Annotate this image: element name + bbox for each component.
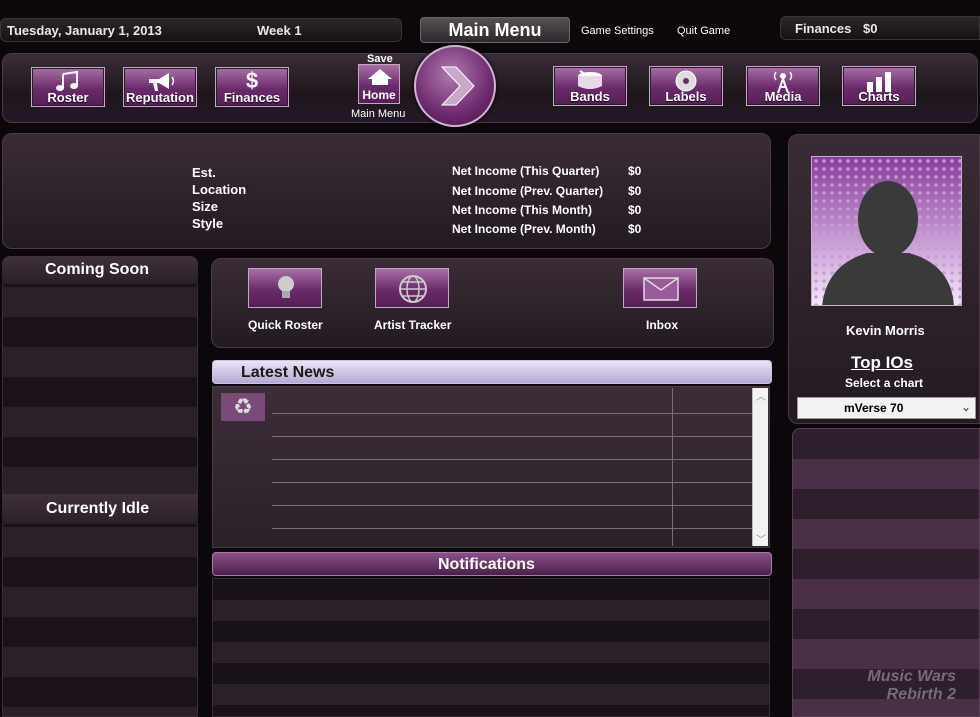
news-scrollbar[interactable]: ︿ ﹀ [752,388,768,546]
latest-news-title: Latest News [241,364,335,381]
avatar [811,156,962,306]
news-list[interactable] [212,386,770,548]
reputation-label: Reputation [126,90,194,105]
main-menu-tab[interactable]: Main Menu [420,17,570,43]
charts-button[interactable]: Charts [842,66,916,106]
globe-icon [399,275,427,303]
left-column [2,256,198,717]
currently-idle-title: Currently Idle [46,500,150,517]
next-button[interactable] [414,45,496,127]
week-label: Week 1 [257,23,302,38]
income-label: Net Income (This Quarter) [452,164,600,178]
chevron-down-icon: ⌄ [960,400,971,414]
style-label: Style [192,216,224,231]
game-settings-link[interactable]: Game Settings [581,25,654,37]
info-panel [2,133,771,249]
select-chart-label: Select a chart [845,376,924,390]
quick-roster-label: Quick Roster [248,318,323,332]
notifications-list [212,578,770,717]
income-label: Net Income (Prev. Quarter) [452,184,604,198]
reputation-button[interactable]: Reputation [123,67,197,107]
logo-text: Music Wars Rebirth 2 [867,668,956,703]
quit-game-link[interactable]: Quit Game [677,25,730,37]
main-menu-caption: Main Menu [351,108,406,120]
roster-label: Roster [47,90,89,105]
size-label: Size [192,199,219,214]
current-date: Tuesday, January 1, 2013 [7,23,162,38]
chart-select[interactable]: mVerse 70 ⌄ [797,397,976,419]
news-row-line [272,436,752,437]
news-row-line [272,482,752,483]
top-ios-title: Top IOs [851,353,914,372]
income-value: $0 [628,222,642,236]
silhouette-icon [822,181,954,305]
est-label: Est. [192,165,216,180]
scroll-up-icon[interactable]: ︿ [756,388,766,403]
labels-button[interactable]: Labels [649,66,723,106]
chevron-right-icon [440,66,475,106]
finances-bar: Finances $0 [780,16,980,40]
artist-tracker-label: Artist Tracker [374,318,452,332]
news-row-line [272,528,752,529]
notifications-title: Notifications [438,556,535,573]
income-value: $0 [628,164,642,178]
profile-name: Kevin Morris [846,323,925,338]
inbox-button[interactable] [623,268,697,308]
media-label: Media [764,89,802,104]
quick-roster-button[interactable] [248,268,322,308]
coming-soon-title: Coming Soon [45,261,149,278]
finances-button[interactable]: $ Finances [215,67,289,107]
game-logo: Music Wars Rebirth 2 [856,668,956,712]
finances-value: $0 [863,21,878,36]
finances-nav-label: Finances [223,90,281,105]
income-label: Net Income (Prev. Month) [452,222,596,236]
artist-tracker-button[interactable] [375,268,449,308]
news-column-divider [672,388,673,546]
news-row-line [272,413,752,414]
location-label: Location [192,182,247,197]
recycle-icon[interactable]: ♻ [221,393,265,421]
chart-select-value: mVerse 70 [844,401,904,415]
home-button[interactable]: Home [358,64,400,104]
news-row-line [272,505,752,506]
house-icon [368,69,392,85]
bands-button[interactable]: Bands [553,66,627,106]
income-value: $0 [628,184,642,198]
bands-label: Bands [570,89,610,104]
finances-label: Finances [795,21,852,36]
media-button[interactable]: Media [746,66,820,106]
home-label: Home [362,88,396,102]
news-row-line [272,459,752,460]
inbox-label: Inbox [646,318,678,332]
roster-button[interactable]: Roster [31,67,105,107]
labels-label: Labels [665,89,707,104]
scroll-down-icon[interactable]: ﹀ [756,531,766,546]
envelope-icon [643,277,679,301]
charts-label: Charts [858,89,900,104]
income-value: $0 [628,203,642,217]
lightbulb-icon [278,276,294,298]
date-bar: Tuesday, January 1, 2013 Week 1 [0,18,402,42]
income-label: Net Income (This Month) [452,203,592,217]
